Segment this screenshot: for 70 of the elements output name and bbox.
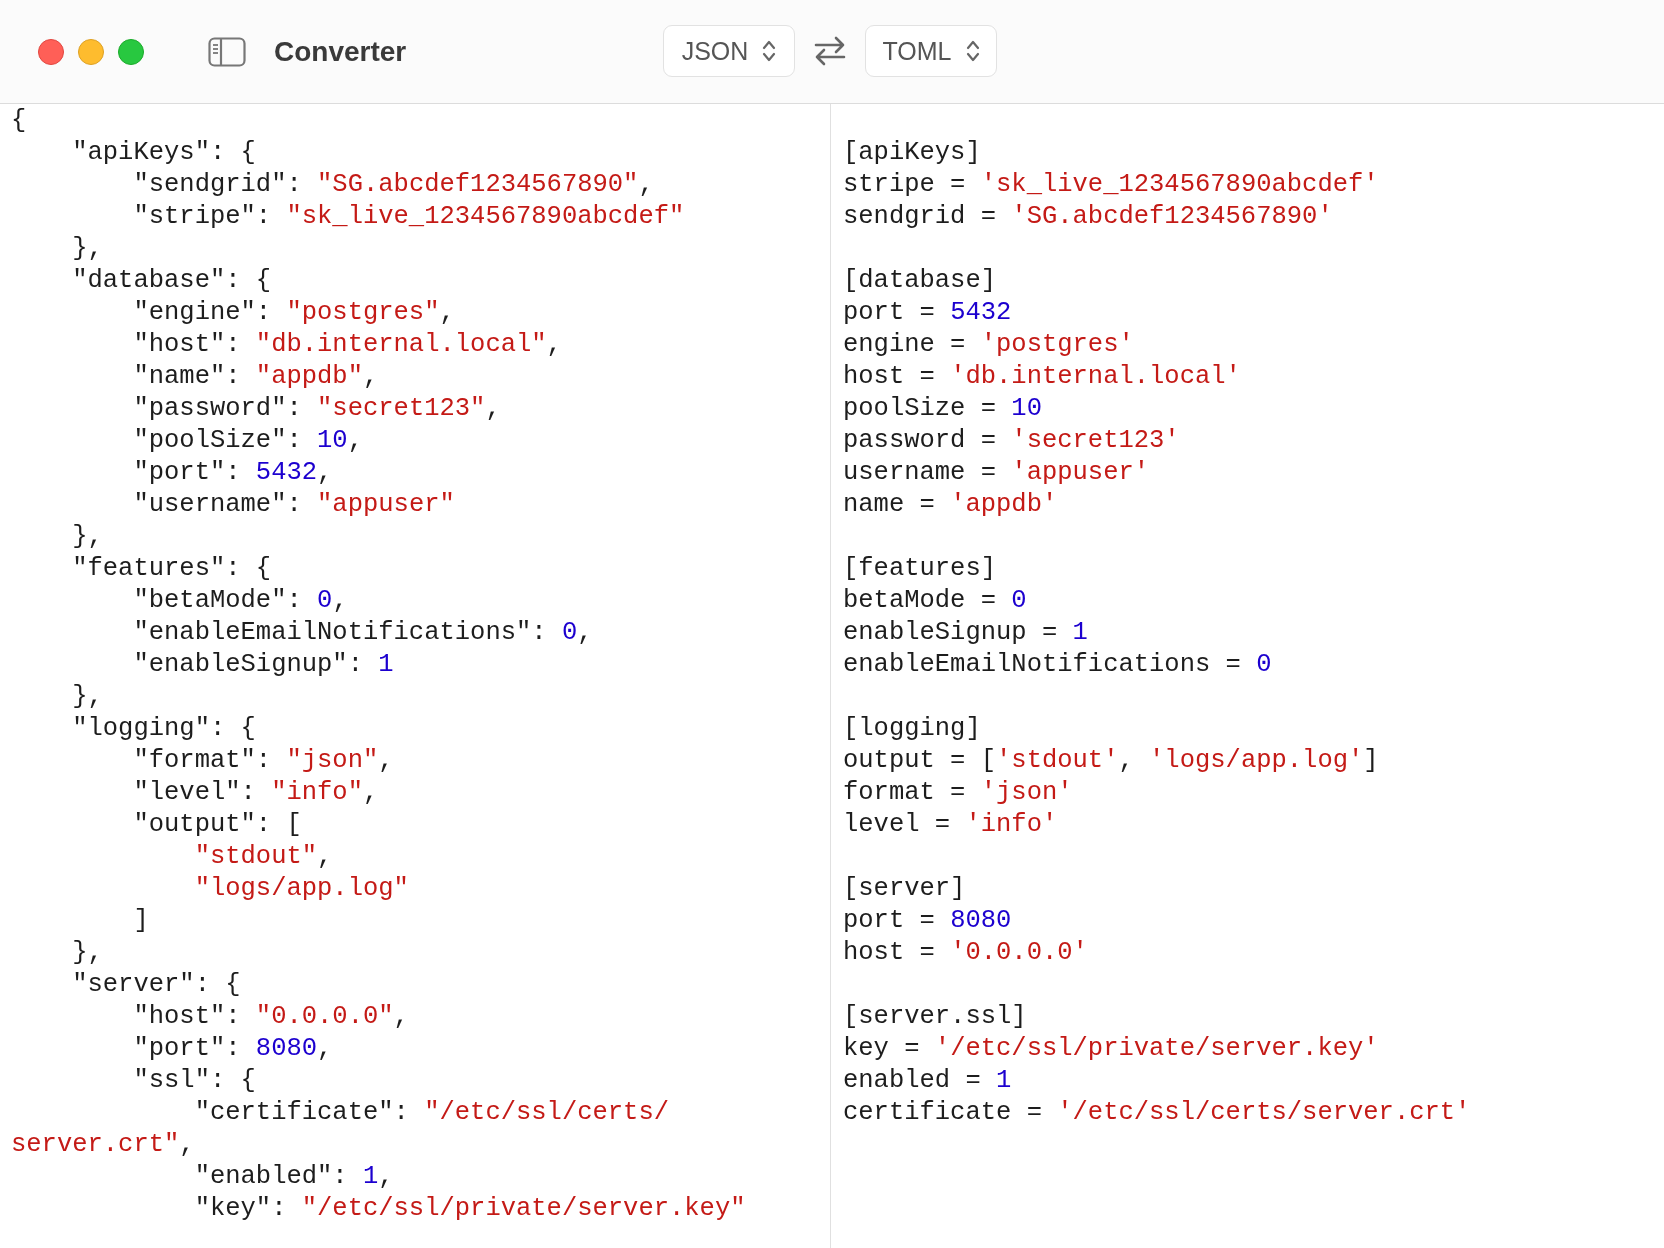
swap-arrows-icon[interactable]	[813, 35, 847, 67]
code-line: "output": [	[132, 809, 302, 841]
code-line: "logs/app.log"	[193, 873, 409, 905]
code-line: enableSignup = 1	[843, 617, 1088, 649]
code-line: stripe = 'sk_live_1234567890abcdef'	[843, 169, 1379, 201]
chevron-updown-icon	[762, 39, 777, 63]
code-line: "enabled": 1,	[193, 1161, 394, 1193]
zoom-button[interactable]	[118, 38, 144, 65]
code-line: ]	[132, 905, 149, 937]
code-line: port = 8080	[843, 905, 1012, 937]
code-line: "stdout",	[193, 841, 333, 873]
code-line: username = 'appuser'	[843, 457, 1150, 489]
section-header: [server.ssl]	[843, 1001, 1027, 1033]
code-line: port = 5432	[843, 297, 1012, 329]
code-line: server.crt",	[11, 1129, 195, 1161]
code-line: },	[71, 681, 103, 713]
code-line: "port": 8080,	[132, 1033, 333, 1065]
code-line: certificate = '/etc/ssl/certs/server.crt'	[843, 1097, 1471, 1129]
code-line: "engine": "postgres",	[132, 297, 455, 329]
code-line: "key": "/etc/ssl/private/server.key"	[193, 1193, 746, 1225]
code-line: "ssl": {	[132, 1065, 256, 1097]
code-line: "logging": {	[71, 713, 256, 745]
code-line: engine = 'postgres'	[843, 329, 1134, 361]
code-line: "stripe": "sk_live_1234567890abcdef"	[132, 201, 685, 233]
sidebar-toggle-icon[interactable]	[208, 36, 246, 67]
code-line: "poolSize": 10,	[132, 425, 363, 457]
code-line: "features": {	[71, 553, 272, 585]
code-line: host = '0.0.0.0'	[843, 937, 1088, 969]
code-line: "name": "appdb",	[132, 361, 379, 393]
code-line: "database": {	[71, 265, 272, 297]
section-header: [apiKeys]	[843, 137, 981, 169]
code-line: key = '/etc/ssl/private/server.key'	[843, 1033, 1379, 1065]
code-line: "betaMode": 0,	[132, 585, 348, 617]
code-line: "username": "appuser"	[132, 489, 455, 521]
code-line: "port": 5432,	[132, 457, 333, 489]
code-line: "certificate": "/etc/ssl/certs/	[193, 1097, 669, 1129]
code-line: "sendgrid": "SG.abcdef1234567890",	[132, 169, 654, 201]
section-header: [features]	[843, 553, 997, 585]
code-line: "level": "info",	[132, 777, 379, 809]
code-line: "enableSignup": 1	[132, 649, 394, 681]
code-line: },	[71, 233, 103, 265]
code-line: {	[11, 105, 27, 137]
code-line: sendgrid = 'SG.abcdef1234567890'	[843, 201, 1333, 233]
source-format-popup[interactable]: JSON	[663, 25, 795, 77]
section-header: [server]	[843, 873, 966, 905]
section-header: [database]	[843, 265, 997, 297]
section-header: [logging]	[843, 713, 981, 745]
code-line: "format": "json",	[132, 745, 394, 777]
code-line: password = 'secret123'	[843, 425, 1180, 457]
target-format-popup[interactable]: TOML	[865, 25, 997, 77]
code-line: "password": "secret123",	[132, 393, 501, 425]
code-line: },	[71, 937, 103, 969]
code-line: "enableEmailNotifications": 0,	[132, 617, 593, 649]
code-line: name = 'appdb'	[843, 489, 1058, 521]
window-title: Converter	[274, 35, 407, 68]
code-line: host = 'db.internal.local'	[843, 361, 1241, 393]
code-line: format = 'json'	[843, 777, 1073, 809]
code-line: enableEmailNotifications = 0	[843, 649, 1272, 681]
close-button[interactable]	[38, 38, 64, 65]
code-line: poolSize = 10	[843, 393, 1042, 425]
chevron-updown-icon	[965, 39, 980, 63]
code-line: enabled = 1	[843, 1065, 1012, 1097]
code-line: "host": "0.0.0.0",	[132, 1001, 409, 1033]
code-line: "server": {	[71, 969, 241, 1001]
code-line: "host": "db.internal.local",	[132, 329, 562, 361]
code-line: level = 'info'	[843, 809, 1058, 841]
code-line: },	[71, 521, 103, 553]
code-line: "apiKeys": {	[71, 137, 256, 169]
code-line: output = ['stdout', 'logs/app.log']	[843, 745, 1379, 777]
code-line: betaMode = 0	[843, 585, 1027, 617]
